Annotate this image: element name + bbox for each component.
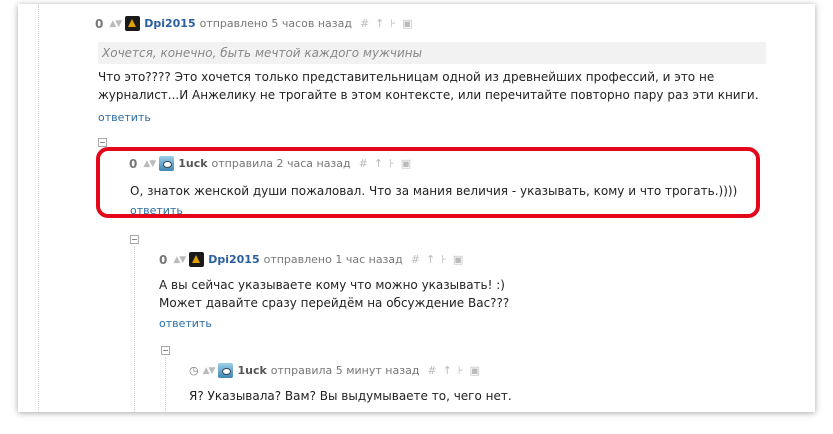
collapse-icon[interactable] [130, 235, 139, 244]
comment-text: Я? Указывала? Вам? Вы выдумываете то, че… [189, 389, 512, 403]
comment-time: отправила 5 минут назад [270, 364, 420, 377]
comment-tools-icons[interactable]: #↑⊦▣ [411, 253, 470, 266]
comment-time: отправлено 1 час назад [263, 253, 403, 266]
comment-score: 0 [159, 252, 168, 267]
comment-text: Что это???? Это хочется только представи… [98, 70, 759, 102]
avatar[interactable] [189, 252, 205, 267]
highlight-box [96, 147, 760, 218]
comment-header: 0 ▲▼ Dpi2015 отправлено 1 час назад #↑⊦▣ [159, 252, 469, 267]
comment-tools-icons[interactable]: #↑⊦▣ [360, 17, 419, 30]
avatar[interactable] [125, 16, 141, 31]
clock-icon: ◷ [189, 364, 199, 377]
reply-link[interactable]: ответить [159, 317, 212, 330]
quoted-text: Хочется, конечно, быть мечтой каждого му… [98, 42, 766, 64]
avatar[interactable] [218, 363, 234, 378]
comment-author[interactable]: Dpi2015 [144, 17, 195, 30]
collapse-icon[interactable] [98, 138, 107, 147]
vote-arrows-icon[interactable]: ▲▼ [109, 19, 122, 29]
comment-author[interactable]: Dpi2015 [208, 253, 259, 266]
thread-line [165, 357, 166, 412]
thread-line [134, 246, 135, 412]
collapse-icon[interactable] [161, 346, 170, 355]
comments-panel: 0 ▲▼ Dpi2015 отправлено 5 часов назад #↑… [18, 4, 815, 412]
comment-header: ◷ ▲▼ 1uck отправила 5 минут назад #↑⊦▣ [189, 363, 486, 378]
vote-arrows-icon[interactable]: ▲▼ [173, 255, 186, 265]
comment-time: отправлено 5 часов назад [199, 17, 352, 30]
comment-header: 0 ▲▼ Dpi2015 отправлено 5 часов назад #↑… [95, 16, 419, 31]
comment-score: 0 [95, 16, 104, 31]
comment-author[interactable]: 1uck [237, 364, 266, 377]
thread-line [38, 4, 39, 412]
reply-link[interactable]: ответить [98, 111, 151, 124]
comment-text: А вы сейчас указываете кому что можно ук… [159, 278, 510, 310]
comment-tools-icons[interactable]: #↑⊦▣ [427, 364, 486, 377]
vote-arrows-icon[interactable]: ▲▼ [203, 366, 216, 376]
